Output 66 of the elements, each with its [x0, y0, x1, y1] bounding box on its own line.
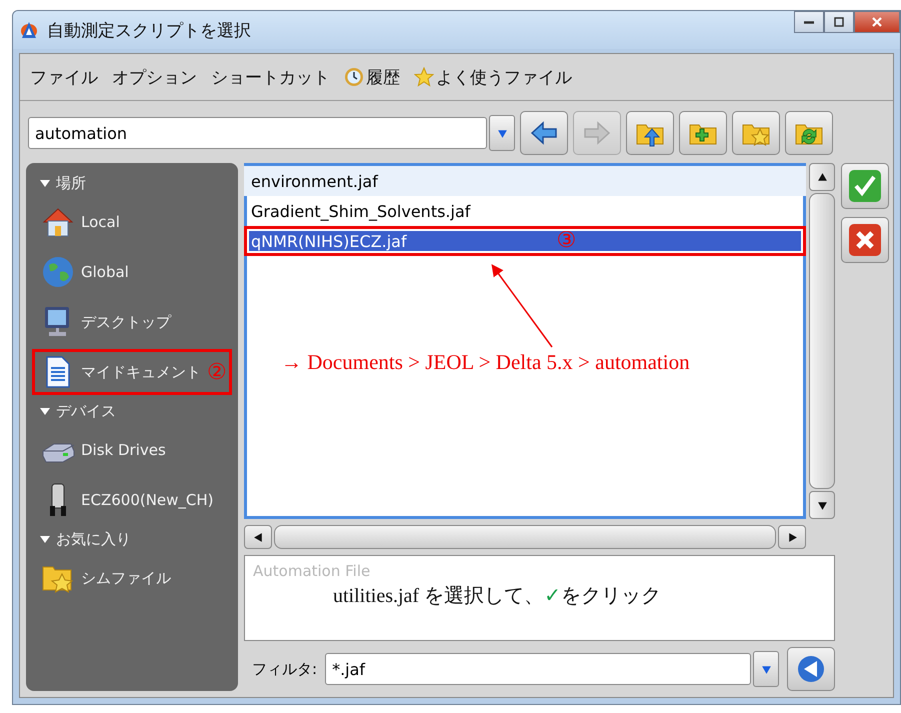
- toolbar-button[interactable]: [520, 111, 568, 155]
- menu-item[interactable]: オプション: [112, 66, 197, 88]
- clock-icon: [344, 67, 364, 87]
- expand-triangle-icon: [40, 180, 50, 186]
- description-placeholder: Automation File: [253, 562, 372, 580]
- menu-item[interactable]: 履歴: [344, 66, 400, 88]
- toolbar-button[interactable]: [785, 111, 833, 155]
- scroll-up-button[interactable]: [809, 163, 835, 191]
- vertical-scrollbar[interactable]: [809, 163, 835, 519]
- minimize-icon: [804, 20, 814, 24]
- filter-field[interactable]: *.jaf: [325, 653, 751, 685]
- section-header[interactable]: お気に入り: [26, 525, 238, 553]
- location-combo[interactable]: automation: [28, 115, 515, 151]
- maximize-icon: [833, 16, 845, 28]
- location-field[interactable]: automation: [28, 117, 487, 149]
- app-logo-icon: [19, 20, 39, 40]
- toolbar-button[interactable]: [679, 111, 727, 155]
- menu-item[interactable]: ファイル: [30, 66, 98, 88]
- sidebar-item[interactable]: Disk Drives: [32, 427, 232, 473]
- window-title: 自動測定スクリプトを選択: [47, 20, 252, 42]
- ok-button[interactable]: [841, 163, 889, 209]
- right-arrow-icon: [786, 532, 798, 542]
- sidebar-item[interactable]: デスクトップ: [32, 299, 232, 345]
- sidebar-item[interactable]: ECZ600(New_CH): [32, 477, 232, 523]
- step-number: ③: [556, 230, 577, 252]
- sidebar-item[interactable]: Local: [32, 199, 232, 245]
- file-row[interactable]: qNMR(NIHS)ECZ.jaf ③: [244, 226, 806, 256]
- description-field[interactable]: Automation File utilities.jaf を選択して、✓をクリック: [244, 555, 835, 641]
- sidebar-item[interactable]: シムファイル: [32, 555, 232, 601]
- down-arrow-icon: [816, 500, 828, 510]
- dropdown-arrow-icon: [496, 128, 508, 138]
- menu-item[interactable]: ショートカット: [211, 66, 330, 88]
- minimize-button[interactable]: [794, 11, 824, 33]
- filter-label: フィルタ:: [252, 660, 318, 678]
- apply-filter-button[interactable]: [787, 647, 835, 691]
- close-icon: [871, 16, 883, 28]
- toolbar-button[interactable]: [626, 111, 674, 155]
- close-icon: [848, 223, 882, 257]
- file-row[interactable]: Gradient_Shim_Solvents.jaf: [244, 196, 806, 226]
- expand-triangle-icon: [40, 408, 50, 414]
- step-number: ②: [207, 359, 227, 385]
- globe-icon: [41, 255, 75, 289]
- star-icon: [414, 67, 434, 87]
- instruction-note: utilities.jaf を選択して、✓をクリック: [333, 582, 662, 609]
- file-row[interactable]: environment.jaf: [244, 166, 806, 196]
- maximize-button[interactable]: [824, 11, 854, 33]
- sidebar-item[interactable]: マイドキュメント ②: [32, 349, 232, 395]
- sidebar-item[interactable]: Global: [32, 249, 232, 295]
- scroll-left-button[interactable]: [244, 525, 272, 549]
- scroll-right-button[interactable]: [778, 525, 806, 549]
- expand-triangle-icon: [40, 536, 50, 542]
- dropdown-button[interactable]: [753, 651, 779, 687]
- cancel-button[interactable]: [841, 217, 889, 263]
- menu-item[interactable]: よく使うファイル: [414, 66, 572, 88]
- checkmark-icon: [848, 169, 882, 203]
- toolbar-button[interactable]: [732, 111, 780, 155]
- up-arrow-icon: [816, 172, 828, 182]
- section-header[interactable]: デバイス: [26, 397, 238, 425]
- close-button[interactable]: [854, 11, 900, 33]
- dropdown-button[interactable]: [489, 115, 515, 151]
- scroll-down-button[interactable]: [809, 491, 835, 519]
- scroll-thumb[interactable]: [809, 193, 835, 489]
- section-header[interactable]: 場所: [26, 169, 238, 197]
- dropdown-arrow-icon: [760, 664, 772, 674]
- filter-combo[interactable]: *.jaf: [325, 651, 779, 687]
- left-arrow-icon: [252, 532, 264, 542]
